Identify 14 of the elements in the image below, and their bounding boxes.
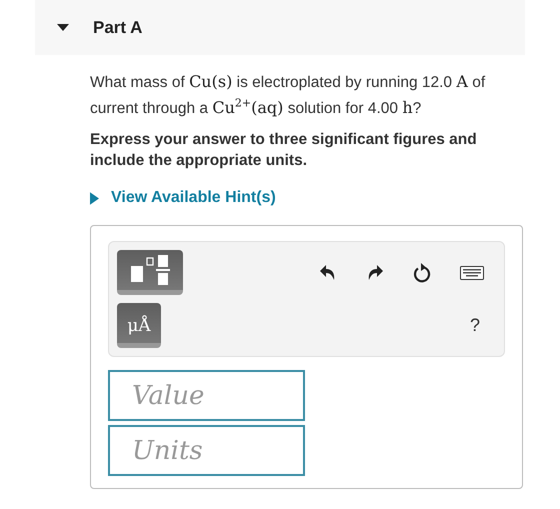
part-header[interactable]: Part A	[35, 0, 525, 55]
keyboard-icon[interactable]	[460, 266, 484, 280]
units-button[interactable]: μÅ	[117, 303, 161, 348]
reset-icon[interactable]	[413, 262, 431, 282]
template-button[interactable]	[117, 250, 183, 295]
help-button[interactable]: ?	[470, 315, 480, 336]
input-field[interactable]: Units	[108, 425, 305, 476]
redo-icon[interactable]	[366, 264, 384, 282]
question-text: What mass of Cu(s) is electroplated by running 12.0 A of current through a Cu$^{2+}$(aq) solution for 4.00 h?	[90, 71, 486, 119]
part-title: Part A	[93, 18, 142, 38]
hint-link[interactable]: View Available Hint(s)	[111, 189, 276, 207]
undo-icon[interactable]	[319, 264, 337, 282]
instruction-text: Express your answer to three significant figures and include the appropriate units.	[90, 130, 478, 171]
input-field[interactable]: Value	[108, 370, 305, 421]
